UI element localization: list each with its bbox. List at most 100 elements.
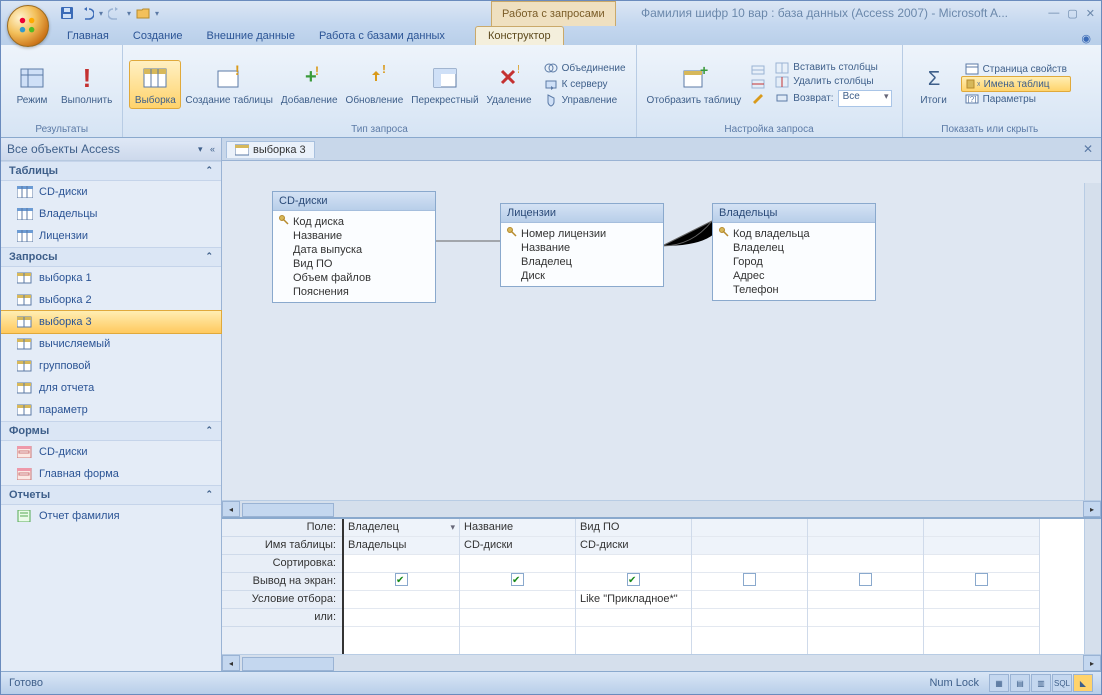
maketable-button[interactable]: ! Создание таблицы: [181, 61, 277, 108]
redo-icon[interactable]: [107, 5, 123, 21]
grid-column[interactable]: Название CD-диски: [460, 519, 576, 654]
return-dropdown[interactable]: Все: [838, 90, 892, 107]
close-doc-icon[interactable]: ✕: [1083, 142, 1093, 156]
grid-vscroll[interactable]: [1084, 519, 1101, 654]
deleterows-button[interactable]: [747, 77, 769, 91]
nav-item[interactable]: Владельцы: [1, 203, 221, 225]
design-view-icon: ◣: [1073, 674, 1093, 692]
nav-item[interactable]: Отчет фамилия: [1, 505, 221, 527]
union-button[interactable]: Объединение: [540, 60, 630, 76]
tab-external[interactable]: Внешние данные: [195, 27, 307, 45]
open-icon[interactable]: [135, 5, 151, 21]
deletecols-button[interactable]: Удалить столбцы: [771, 75, 895, 89]
nav-header[interactable]: Все объекты Access▾ «: [1, 138, 221, 161]
r-icon: [17, 509, 33, 523]
nav-item[interactable]: для отчета: [1, 377, 221, 399]
f-icon: [17, 445, 33, 459]
nav-item[interactable]: выборка 3: [1, 310, 222, 334]
tablenames-button[interactable]: xyzИмена таблиц: [961, 76, 1071, 92]
grid-columns[interactable]: Владелец▾ Владельцы Название CD-диски Ви…: [342, 519, 1084, 654]
passthrough-button[interactable]: К серверу: [540, 76, 630, 92]
insertcols-button[interactable]: Вставить столбцы: [771, 61, 895, 75]
grid-column[interactable]: [924, 519, 1040, 654]
tab-create[interactable]: Создание: [121, 27, 195, 45]
datadefinition-button[interactable]: Управление: [540, 92, 630, 108]
q-icon: [17, 337, 33, 351]
pivot-view-icon: ▤: [1010, 674, 1030, 692]
run-button[interactable]: ! Выполнить: [57, 61, 116, 108]
close-button[interactable]: ✕: [1086, 7, 1095, 20]
key-icon: [719, 227, 729, 240]
table-cd[interactable]: CD-диски Код дискаНазваниеДата выпускаВи…: [272, 191, 436, 303]
view-switch[interactable]: ▦▤▥SQL◣: [989, 674, 1093, 692]
nav-item[interactable]: CD-диски: [1, 441, 221, 463]
undo-icon[interactable]: [79, 5, 95, 21]
showtable-button[interactable]: + Отобразить таблицу: [643, 61, 746, 108]
builder-button[interactable]: [747, 91, 769, 105]
nav-item[interactable]: выборка 1: [1, 267, 221, 289]
er-hscroll[interactable]: ◂▸: [222, 500, 1101, 517]
nav-group[interactable]: Таблицы⌃: [1, 161, 221, 181]
document-tabs: выборка 3 ✕: [222, 138, 1101, 161]
svg-text:!: !: [315, 65, 319, 78]
propsheet-button[interactable]: Страница свойств: [961, 62, 1071, 76]
tab-design[interactable]: Конструктор: [475, 26, 564, 45]
select-query-button[interactable]: Выборка: [129, 60, 181, 109]
show-checkbox[interactable]: [511, 573, 524, 586]
svg-text:!: !: [235, 65, 240, 78]
grid-hscroll[interactable]: ◂▸: [222, 654, 1101, 671]
parameters-button[interactable]: [?]Параметры: [961, 92, 1071, 106]
nav-group[interactable]: Формы⌃: [1, 421, 221, 441]
key-icon: [279, 215, 289, 228]
restore-button[interactable]: ▢: [1067, 7, 1077, 20]
tab-home[interactable]: Главная: [55, 27, 121, 45]
crosstab-button[interactable]: Перекрестный: [407, 61, 482, 108]
t-icon: [17, 229, 33, 243]
show-checkbox[interactable]: [395, 573, 408, 586]
nav-item[interactable]: вычисляемый: [1, 333, 221, 355]
nav-item[interactable]: групповой: [1, 355, 221, 377]
grid-column[interactable]: [808, 519, 924, 654]
numlock-indicator: Num Lock: [929, 677, 979, 689]
nav-pane: Все объекты Access▾ « Таблицы⌃CD-дискиВл…: [1, 138, 222, 671]
svg-text:!: !: [517, 65, 519, 76]
nav-item[interactable]: Главная форма: [1, 463, 221, 485]
grid-column[interactable]: [692, 519, 808, 654]
delete-button[interactable]: ! Удаление: [483, 61, 536, 108]
office-button[interactable]: [7, 5, 49, 47]
return-button[interactable]: Возврат:Все: [771, 89, 895, 108]
append-button[interactable]: +! Добавление: [277, 61, 342, 108]
relationship-pane[interactable]: CD-диски Код дискаНазваниеДата выпускаВи…: [222, 161, 1101, 500]
tab-dbtools[interactable]: Работа с базами данных: [307, 27, 457, 45]
table-own[interactable]: Владельцы Код владельцаВладелецГородАдре…: [712, 203, 876, 301]
status-bar: Готово Num Lock ▦▤▥SQL◣: [1, 671, 1101, 694]
show-checkbox[interactable]: [627, 573, 640, 586]
view-button[interactable]: Режим: [7, 61, 57, 108]
show-checkbox[interactable]: [975, 573, 988, 586]
grid-column[interactable]: Вид ПО CD-диски Like "Прикладное*": [576, 519, 692, 654]
nav-group[interactable]: Запросы⌃: [1, 247, 221, 267]
nav-item[interactable]: Лицензии: [1, 225, 221, 247]
totals-button[interactable]: Σ Итоги: [909, 61, 959, 108]
show-checkbox[interactable]: [743, 573, 756, 586]
design-area: выборка 3 ✕ CD-диски Код дискаНазваниеДа…: [222, 138, 1101, 671]
nav-item[interactable]: CD-диски: [1, 181, 221, 203]
help-icon[interactable]: ◉: [1081, 32, 1091, 45]
t-icon: [17, 207, 33, 221]
group-results: Режим ! Выполнить Результаты: [1, 45, 123, 137]
show-checkbox[interactable]: [859, 573, 872, 586]
update-button[interactable]: ! Обновление: [342, 61, 408, 108]
nav-item[interactable]: параметр: [1, 399, 221, 421]
table-lic[interactable]: Лицензии Номер лицензииНазваниеВладелецД…: [500, 203, 664, 287]
save-icon[interactable]: [59, 5, 75, 21]
minimize-button[interactable]: —: [1048, 7, 1059, 20]
q-icon: [17, 381, 33, 395]
app-window: ▾ ▾ ▾ Работа с запросами Фамилия шифр 10…: [0, 0, 1102, 695]
insertrows-button[interactable]: [747, 63, 769, 77]
group-querytype: Выборка ! Создание таблицы +! Добавление…: [123, 45, 636, 137]
nav-item[interactable]: выборка 2: [1, 289, 221, 311]
nav-group[interactable]: Отчеты⌃: [1, 485, 221, 505]
grid-column[interactable]: Владелец▾ Владельцы: [342, 519, 460, 654]
doc-tab[interactable]: выборка 3: [226, 141, 315, 158]
er-vscroll[interactable]: [1084, 183, 1101, 500]
